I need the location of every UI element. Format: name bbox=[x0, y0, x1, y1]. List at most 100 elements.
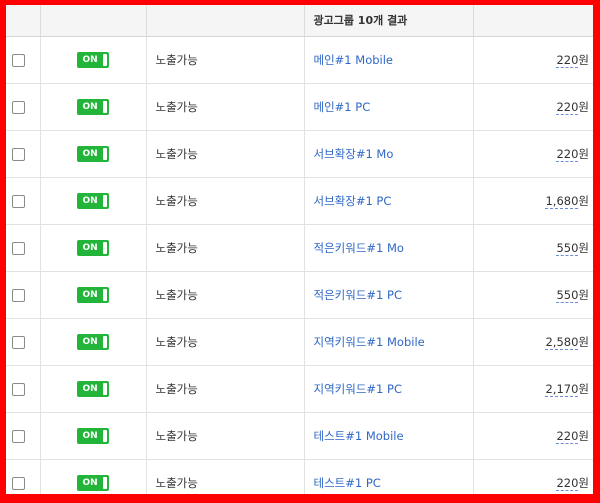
row-checkbox[interactable] bbox=[12, 476, 26, 490]
row-toggle-cell: ON bbox=[40, 130, 147, 178]
bid-amount[interactable]: 220 bbox=[556, 428, 579, 444]
on-off-toggle[interactable]: ON bbox=[76, 287, 109, 303]
row-name-cell: 지역키워드#1 Mobile bbox=[304, 318, 474, 366]
adgroup-name-link[interactable]: 지역키워드#1 PC bbox=[314, 382, 402, 396]
toggle-knob bbox=[102, 477, 107, 489]
row-name-cell: 테스트#1 PC bbox=[304, 459, 474, 494]
toggle-knob bbox=[102, 383, 107, 395]
row-checkbox-cell bbox=[6, 271, 41, 319]
row-checkbox-cell bbox=[6, 83, 41, 131]
on-off-toggle[interactable]: ON bbox=[76, 193, 109, 209]
bid-unit: 원 bbox=[578, 146, 589, 161]
bid-amount[interactable]: 1,680 bbox=[545, 193, 579, 209]
row-toggle-cell: ON bbox=[40, 365, 147, 413]
row-name-cell: 메인#1 PC bbox=[304, 83, 474, 131]
on-off-toggle[interactable]: ON bbox=[76, 99, 109, 115]
on-off-toggle[interactable]: ON bbox=[76, 146, 109, 162]
row-toggle-cell: ON bbox=[40, 177, 147, 225]
row-bid-cell: 220원 bbox=[473, 130, 593, 178]
row-status: 노출가능 bbox=[146, 130, 305, 178]
on-off-toggle[interactable]: ON bbox=[76, 428, 109, 444]
adgroup-name-link[interactable]: 지역키워드#1 Mobile bbox=[314, 335, 425, 349]
row-status: 노출가능 bbox=[146, 459, 305, 494]
table-row: ON 노출가능 테스트#1 Mobile 220원 bbox=[6, 412, 593, 460]
toggle-label: ON bbox=[82, 478, 98, 488]
bid-amount[interactable]: 550 bbox=[556, 287, 579, 303]
bid-amount[interactable]: 220 bbox=[556, 52, 579, 68]
toggle-label: ON bbox=[82, 431, 98, 441]
row-checkbox[interactable] bbox=[12, 241, 26, 255]
row-name-cell: 적은키워드#1 PC bbox=[304, 271, 474, 319]
row-toggle-cell: ON bbox=[40, 36, 147, 84]
on-off-toggle[interactable]: ON bbox=[76, 52, 109, 68]
table-row: ON 노출가능 지역키워드#1 PC 2,170원 bbox=[6, 365, 593, 413]
toggle-label: ON bbox=[82, 243, 98, 253]
row-checkbox-cell bbox=[6, 177, 41, 225]
row-status: 노출가능 bbox=[146, 365, 305, 413]
table-row: ON 노출가능 적은키워드#1 PC 550원 bbox=[6, 271, 593, 319]
bid-amount[interactable]: 2,170 bbox=[545, 381, 579, 397]
row-bid-cell: 1,680원 bbox=[473, 177, 593, 225]
row-bid-cell: 550원 bbox=[473, 224, 593, 272]
adgroup-name-link[interactable]: 서브확장#1 Mo bbox=[314, 147, 394, 161]
row-checkbox-cell bbox=[6, 365, 41, 413]
row-bid-cell: 2,580원 bbox=[473, 318, 593, 366]
row-bid-cell: 220원 bbox=[473, 83, 593, 131]
bid-unit: 원 bbox=[578, 428, 589, 443]
header-status-cell bbox=[146, 5, 305, 37]
on-off-toggle[interactable]: ON bbox=[76, 240, 109, 256]
toggle-knob bbox=[102, 289, 107, 301]
adgroup-name-link[interactable]: 테스트#1 PC bbox=[314, 476, 381, 490]
row-checkbox[interactable] bbox=[12, 288, 26, 302]
row-checkbox[interactable] bbox=[12, 100, 26, 114]
header-bid-cell bbox=[473, 5, 593, 37]
row-name-cell: 테스트#1 Mobile bbox=[304, 412, 474, 460]
table-header-row: 광고그룹 10개 결과 bbox=[6, 5, 593, 37]
bid-amount[interactable]: 220 bbox=[556, 475, 579, 491]
toggle-knob bbox=[102, 242, 107, 254]
row-checkbox[interactable] bbox=[12, 194, 26, 208]
on-off-toggle[interactable]: ON bbox=[76, 381, 109, 397]
toggle-knob bbox=[102, 195, 107, 207]
adgroup-name-link[interactable]: 적은키워드#1 PC bbox=[314, 288, 402, 302]
row-toggle-cell: ON bbox=[40, 459, 147, 494]
row-toggle-cell: ON bbox=[40, 83, 147, 131]
row-status: 노출가능 bbox=[146, 271, 305, 319]
table-row: ON 노출가능 지역키워드#1 Mobile 2,580원 bbox=[6, 318, 593, 366]
adgroup-name-link[interactable]: 메인#1 PC bbox=[314, 100, 371, 114]
on-off-toggle[interactable]: ON bbox=[76, 475, 109, 491]
bid-amount[interactable]: 220 bbox=[556, 146, 579, 162]
row-name-cell: 지역키워드#1 PC bbox=[304, 365, 474, 413]
row-status: 노출가능 bbox=[146, 318, 305, 366]
bid-unit: 원 bbox=[578, 475, 589, 490]
table-row: ON 노출가능 서브확장#1 Mo 220원 bbox=[6, 130, 593, 178]
row-checkbox[interactable] bbox=[12, 382, 26, 396]
bid-amount[interactable]: 550 bbox=[556, 240, 579, 256]
adgroup-name-link[interactable]: 테스트#1 Mobile bbox=[314, 429, 404, 443]
row-name-cell: 적은키워드#1 Mo bbox=[304, 224, 474, 272]
row-bid-cell: 550원 bbox=[473, 271, 593, 319]
adgroup-name-link[interactable]: 메인#1 Mobile bbox=[314, 53, 394, 67]
row-name-cell: 서브확장#1 Mo bbox=[304, 130, 474, 178]
row-status: 노출가능 bbox=[146, 36, 305, 84]
bid-amount[interactable]: 2,580 bbox=[545, 334, 579, 350]
bid-unit: 원 bbox=[578, 52, 589, 67]
on-off-toggle[interactable]: ON bbox=[76, 334, 109, 350]
adgroup-name-link[interactable]: 적은키워드#1 Mo bbox=[314, 241, 404, 255]
toggle-knob bbox=[102, 336, 107, 348]
bid-amount[interactable]: 220 bbox=[556, 99, 579, 115]
row-checkbox[interactable] bbox=[12, 429, 26, 443]
toggle-knob bbox=[102, 101, 107, 113]
row-status: 노출가능 bbox=[146, 177, 305, 225]
table-row: ON 노출가능 테스트#1 PC 220원 bbox=[6, 459, 593, 494]
header-toggle-cell bbox=[40, 5, 147, 37]
row-checkbox-cell bbox=[6, 224, 41, 272]
row-checkbox[interactable] bbox=[12, 335, 26, 349]
row-bid-cell: 220원 bbox=[473, 36, 593, 84]
adgroup-name-link[interactable]: 서브확장#1 PC bbox=[314, 194, 392, 208]
row-status: 노출가능 bbox=[146, 224, 305, 272]
row-checkbox-cell bbox=[6, 459, 41, 494]
row-checkbox[interactable] bbox=[12, 53, 26, 67]
toggle-knob bbox=[102, 430, 107, 442]
row-checkbox[interactable] bbox=[12, 147, 26, 161]
